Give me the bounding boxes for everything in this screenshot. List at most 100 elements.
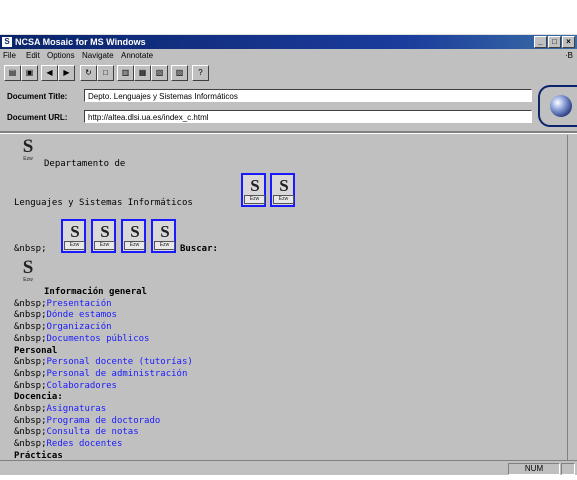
menu-annotate[interactable]: Annotate [121, 50, 153, 61]
menu-edit[interactable]: Edit [26, 50, 40, 61]
nbsp-prefix: &nbsp; [14, 357, 47, 368]
dept-line-2: Lenguajes y Sistemas Informáticos [14, 198, 193, 208]
ezw-icon-link-4[interactable]: S Ezw [91, 219, 116, 253]
mosaic-window: S NCSA Mosaic for MS Windows _ □ × File Ed… [0, 34, 577, 475]
ezw-caption: Ezw [244, 195, 265, 204]
activity-indicator[interactable] [538, 85, 577, 127]
list-item: &nbsp;Redes docentes [14, 439, 122, 450]
nbsp-prefix: &nbsp; [14, 404, 47, 414]
minimize-button[interactable]: _ [534, 36, 547, 48]
globe-icon [550, 95, 572, 117]
ezw-caption: Ezw [94, 241, 115, 250]
list-item: &nbsp;Consulta de notas [14, 427, 139, 438]
nbsp-prefix: &nbsp; [14, 322, 47, 333]
ezw-s-icon: S [22, 257, 34, 278]
list-item: &nbsp;Programa de doctorado [14, 416, 160, 427]
menu-navigate[interactable]: Navigate [82, 50, 114, 61]
save-icon[interactable]: ▣ [21, 65, 38, 81]
nbsp-prefix: &nbsp; [14, 427, 47, 438]
paste-icon[interactable]: ▦ [134, 65, 151, 81]
nav-link[interactable]: Documentos públicos [47, 334, 150, 344]
ezw-s-icon: S [100, 222, 110, 241]
nav-link[interactable]: Presentación [47, 299, 112, 309]
section-heading: Prácticas [14, 450, 63, 460]
ezw-icon-link-2[interactable]: S Ezw [270, 173, 295, 207]
close-button[interactable]: × [562, 36, 575, 48]
ezw-caption: Ezw [64, 241, 85, 250]
nbsp-prefix: &nbsp; [14, 415, 47, 426]
nav-link[interactable]: Personal de administración [47, 369, 188, 379]
section-heading: Personal [14, 345, 58, 356]
open-icon[interactable]: ▤ [4, 65, 21, 81]
ezw-icon-link-5[interactable]: S Ezw [121, 219, 146, 253]
nav-link[interactable]: Personal docente (tutorías) [47, 357, 193, 367]
nbsp-prefix: &nbsp; [14, 244, 47, 254]
list-item: &nbsp;Asignaturas [14, 404, 106, 415]
ezw-icon-link-3[interactable]: S Ezw [61, 219, 86, 253]
menu-right-glyph: ·B [565, 51, 573, 60]
section-heading: Docencia: [14, 392, 63, 403]
nav-link[interactable]: Dónde estamos [47, 310, 117, 320]
vertical-scrollbar[interactable] [567, 135, 577, 460]
list-item: &nbsp;Colaboradores [14, 381, 117, 392]
menu-options[interactable]: Options [47, 50, 75, 61]
nav-link[interactable]: Consulta de notas [47, 427, 139, 437]
menu-file[interactable]: File [3, 50, 16, 61]
list-item: &nbsp;Documentos públicos [14, 334, 149, 345]
ezw-logo: S Ezw [17, 257, 39, 285]
forward-icon[interactable]: ▶ [58, 65, 75, 81]
print-icon[interactable]: ▨ [171, 65, 188, 81]
ezw-s-icon: S [160, 222, 170, 241]
ezw-caption: Ezw [23, 156, 33, 162]
ezw-caption: Ezw [124, 241, 145, 250]
list-item: &nbsp;Personal de administración [14, 369, 187, 380]
nbsp-prefix: &nbsp; [14, 380, 47, 391]
find-icon[interactable]: ▧ [151, 65, 168, 81]
document-title-label: Document Title: [7, 92, 68, 101]
list-item: &nbsp;Presentación [14, 299, 112, 310]
document-url-label: Document URL: [7, 113, 68, 122]
nav-link[interactable]: Colaboradores [47, 381, 117, 391]
ezw-caption: Ezw [154, 241, 175, 250]
nav-link[interactable]: Organización [47, 322, 112, 332]
ezw-s-icon: S [22, 136, 34, 157]
window-title: NCSA Mosaic for MS Windows [15, 37, 146, 47]
section-heading: Información general [44, 287, 147, 297]
nbsp-prefix: &nbsp; [14, 298, 47, 309]
document-title-field[interactable]: Depto. Lenguajes y Sistemas Informáticos [84, 89, 532, 102]
maximize-button[interactable]: □ [548, 36, 561, 48]
document-url-field[interactable]: http://altea.dlsi.ua.es/index_c.html [84, 110, 532, 123]
back-icon[interactable]: ◀ [41, 65, 58, 81]
list-item: &nbsp;Personal docente (tutorías) [14, 357, 193, 368]
list-item: &nbsp;Organización [14, 322, 112, 333]
reload-icon[interactable]: ↻ [80, 65, 97, 81]
nbsp-prefix: &nbsp; [14, 439, 47, 450]
ezw-logo: S Ezw [17, 136, 39, 164]
ezw-s-icon: S [279, 176, 289, 195]
nav-link[interactable]: Programa de doctorado [47, 416, 161, 426]
home-icon[interactable]: □ [97, 65, 114, 81]
nbsp-prefix: &nbsp; [14, 333, 47, 344]
divider [0, 131, 577, 134]
ezw-s-icon: S [130, 222, 140, 241]
help-icon[interactable]: ? [192, 65, 209, 81]
title-bar[interactable]: S NCSA Mosaic for MS Windows _ □ × [0, 35, 577, 49]
app-icon[interactable]: S [2, 37, 12, 47]
ezw-caption: Ezw [23, 277, 33, 283]
ezw-s-icon: S [250, 176, 260, 195]
buscar-label: Buscar: [180, 244, 218, 254]
ezw-icon-link-1[interactable]: S Ezw [241, 173, 266, 207]
ezw-s-icon: S [70, 222, 80, 241]
ezw-icon-link-6[interactable]: S Ezw [151, 219, 176, 253]
nav-link[interactable]: Asignaturas [47, 404, 107, 414]
copy-icon[interactable]: ▥ [117, 65, 134, 81]
nbsp-prefix: &nbsp; [14, 368, 47, 379]
menu-bar: File Edit Options Navigate Annotate ·B [0, 50, 577, 61]
status-bar: NUM [0, 460, 577, 475]
num-lock-indicator: NUM [508, 463, 560, 475]
nbsp-prefix: &nbsp; [14, 310, 47, 321]
dept-line-1: Departamento de [44, 159, 126, 169]
list-item: &nbsp;Dónde estamos [14, 310, 117, 321]
window-controls: _ □ × [533, 36, 575, 50]
nav-link[interactable]: Redes docentes [47, 439, 123, 449]
